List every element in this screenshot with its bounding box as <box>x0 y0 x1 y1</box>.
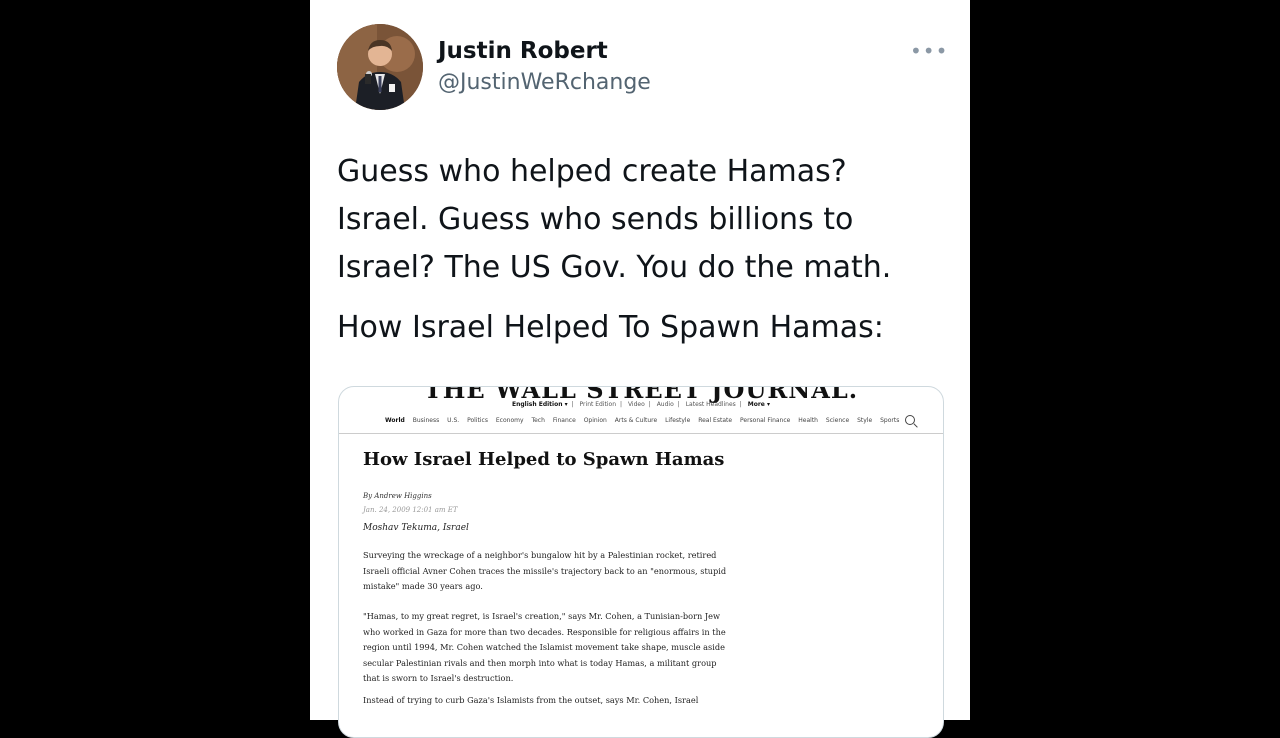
nav-personal-finance: Personal Finance <box>739 417 791 424</box>
nav-finance: Finance <box>552 417 576 424</box>
nav-sports: Sports <box>880 417 900 424</box>
article-image[interactable]: THE WALL STREET JOURNAL. English Edition… <box>338 386 944 738</box>
more-horizontal-icon[interactable]: ••• <box>910 38 947 64</box>
nav-politics: Politics <box>467 417 488 424</box>
nav-opinion: Opinion <box>583 417 607 424</box>
subnav-print-edition: Print Edition <box>579 401 617 408</box>
author-avatar[interactable] <box>337 24 423 110</box>
article-headline: How Israel Helped to Spawn Hamas <box>363 449 725 470</box>
subnav-audio: Audio <box>656 401 674 408</box>
tweet-paragraph-2: How Israel Helped To Spawn Hamas: <box>337 310 884 345</box>
nav-science: Science <box>825 417 850 424</box>
nav-business: Business <box>412 417 440 424</box>
search-icon <box>905 415 915 425</box>
nav-economy: Economy <box>495 417 524 424</box>
subnav-english-edition: English Edition ▾ <box>512 401 568 408</box>
article-byline: By Andrew Higgins <box>363 492 432 500</box>
nav-tech: Tech <box>531 417 545 424</box>
divider <box>339 433 943 434</box>
article-paragraph-1: Surveying the wreckage of a neighbor's b… <box>363 550 727 591</box>
subnav-latest-headlines: Latest Headlines <box>685 401 736 408</box>
article-date: Jan. 24, 2009 12:01 am ET <box>363 506 458 514</box>
wsj-subnav: English Edition ▾ | Print Edition | Video |… <box>512 401 770 408</box>
tweet-paragraph-1: Guess who helped create Hamas? Israel. G… <box>337 154 892 285</box>
tweet-text: Guess who helped create Hamas? Israel. G… <box>337 148 947 352</box>
avatar-photo <box>337 24 423 110</box>
article-dateline: Moshav Tekuma, Israel <box>363 523 469 533</box>
subnav-video: Video <box>627 401 645 408</box>
nav-health: Health <box>798 417 818 424</box>
author-name[interactable]: Justin Robert <box>438 38 608 64</box>
nav-arts-culture: Arts & Culture <box>614 417 658 424</box>
nav-lifestyle: Lifestyle <box>665 417 691 424</box>
nav-world: World <box>385 417 405 424</box>
author-handle[interactable]: @JustinWeRchange <box>438 70 651 95</box>
subnav-more: More ▾ <box>747 401 770 408</box>
wsj-nav: World Business U.S. Politics Economy Tec… <box>385 417 905 424</box>
nav-style: Style <box>857 417 873 424</box>
article-paragraph-2: "Hamas, to my great regret, is Israel's … <box>363 611 726 683</box>
nav-us: U.S. <box>447 417 460 424</box>
article-paragraph-3: Instead of trying to curb Gaza's Islamis… <box>363 695 699 705</box>
nav-real-estate: Real Estate <box>698 417 733 424</box>
